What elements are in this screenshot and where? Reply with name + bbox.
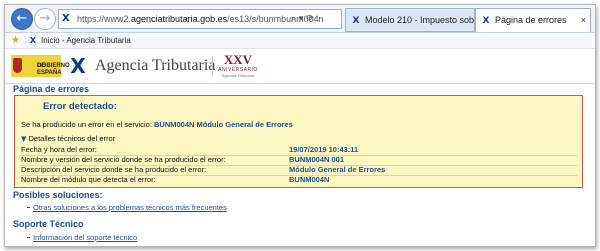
solutions-heading: Posibles soluciones: — [13, 190, 103, 200]
close-tab-icon[interactable]: × — [581, 9, 586, 31]
detail-value: 19/07/2019 10:43:11 — [289, 145, 359, 154]
error-heading: Error detectado: — [43, 101, 117, 112]
details-toggle[interactable]: ▼ Detalles técnicos del error — [21, 134, 115, 143]
detail-row: Descripción del servicio donde se ha pro… — [21, 165, 577, 176]
tab-error-page[interactable]: X Página de errores × — [475, 8, 591, 32]
favorite-home-link[interactable]: X Inicio - Agencia Tributaria — [27, 33, 131, 48]
favorites-bar: ★ X Inicio - Agencia Tributaria — [5, 33, 595, 49]
site-favicon-icon: X — [62, 13, 70, 24]
support-link[interactable]: Información del soporte técnico — [26, 233, 137, 242]
tab-label: Modelo 210 - Impuesto sobre l... — [365, 15, 475, 25]
back-button[interactable]: ← — [11, 8, 33, 30]
agencia-tributaria-logo-icon[interactable]: X — [65, 54, 91, 78]
anniversary-number: XXV — [223, 52, 253, 67]
detail-label: Nombre del módulo que detecta el error: — [21, 175, 156, 184]
brand-name[interactable]: Agencia Tributaria — [95, 57, 215, 75]
url-domain: agenciatributaria.gob.es — [131, 14, 228, 24]
coat-of-arms-icon — [13, 58, 22, 73]
browser-window: ← → X https://www2.agenciatributaria.gob… — [4, 4, 596, 247]
address-bar[interactable]: X https://www2.agenciatributaria.gob.es/… — [58, 9, 342, 29]
gobierno-espana-logo[interactable]: GOBIERNO DE ESPAÑA — [11, 55, 70, 77]
tab-modelo-210[interactable]: X Modelo 210 - Impuesto sobre l... — [345, 8, 475, 32]
support-heading: Soporte Técnico — [13, 219, 84, 229]
detail-label: Fecha y hora del error: — [21, 145, 97, 154]
header-divider — [212, 56, 213, 76]
anniversary-sub: Agencia Tributaria — [221, 73, 255, 78]
anniversary-badge: XXV ANIVERSARIO Agencia Tributaria — [218, 53, 258, 79]
error-service: BUNM004N Módulo General de Errores — [154, 120, 293, 129]
url-text[interactable]: https://www2.agenciatributaria.gob.es/es… — [77, 10, 324, 28]
detail-row: Nombre y versión del servicio donde se h… — [21, 155, 577, 166]
solutions-link[interactable]: Otras soluciones a los problemas técnico… — [27, 203, 227, 212]
error-message-prefix: Se ha producido un error en el servicio: — [21, 120, 154, 129]
site-header: GOBIERNO DE ESPAÑA X Agencia Tributaria X… — [5, 49, 595, 84]
search-refresh-controls[interactable]: ⌕ ▾ ⟳ — [291, 10, 314, 28]
detail-row: Fecha y hora del error: 19/07/2019 10:43… — [21, 145, 577, 156]
detail-value: BUNM004N 001 — [289, 155, 345, 164]
detail-value: Módulo General de Errores — [289, 165, 386, 174]
detail-label: Nombre y versión del servicio donde se h… — [21, 155, 226, 164]
address-toolbar: ← → X https://www2.agenciatributaria.gob… — [5, 5, 595, 33]
gov-line2: DE ESPAÑA — [37, 63, 62, 76]
url-prefix: https://www2. — [77, 14, 132, 24]
page-title: Página de errores — [13, 84, 90, 94]
error-panel: Error detectado: Se ha producido un erro… — [14, 95, 583, 188]
detail-row: Nombre del módulo que detecta el error: … — [21, 175, 577, 185]
error-message: Se ha producido un error en el servicio:… — [21, 120, 293, 129]
favorite-label: Inicio - Agencia Tributaria — [41, 36, 131, 45]
favorites-star-icon[interactable]: ★ — [11, 33, 20, 48]
details-label: Detalles técnicos del error — [28, 134, 116, 143]
favorite-favicon-icon: X — [29, 36, 37, 45]
tab-label: Página de errores — [495, 15, 567, 25]
detail-value: BUNM004N — [289, 175, 330, 184]
tab-favicon-icon: X — [482, 16, 490, 26]
tab-favicon-icon: X — [352, 16, 360, 26]
forward-button[interactable]: → — [34, 8, 56, 30]
triangle-down-icon: ▼ — [21, 135, 27, 143]
detail-label: Descripción del servicio donde se ha pro… — [21, 165, 207, 174]
